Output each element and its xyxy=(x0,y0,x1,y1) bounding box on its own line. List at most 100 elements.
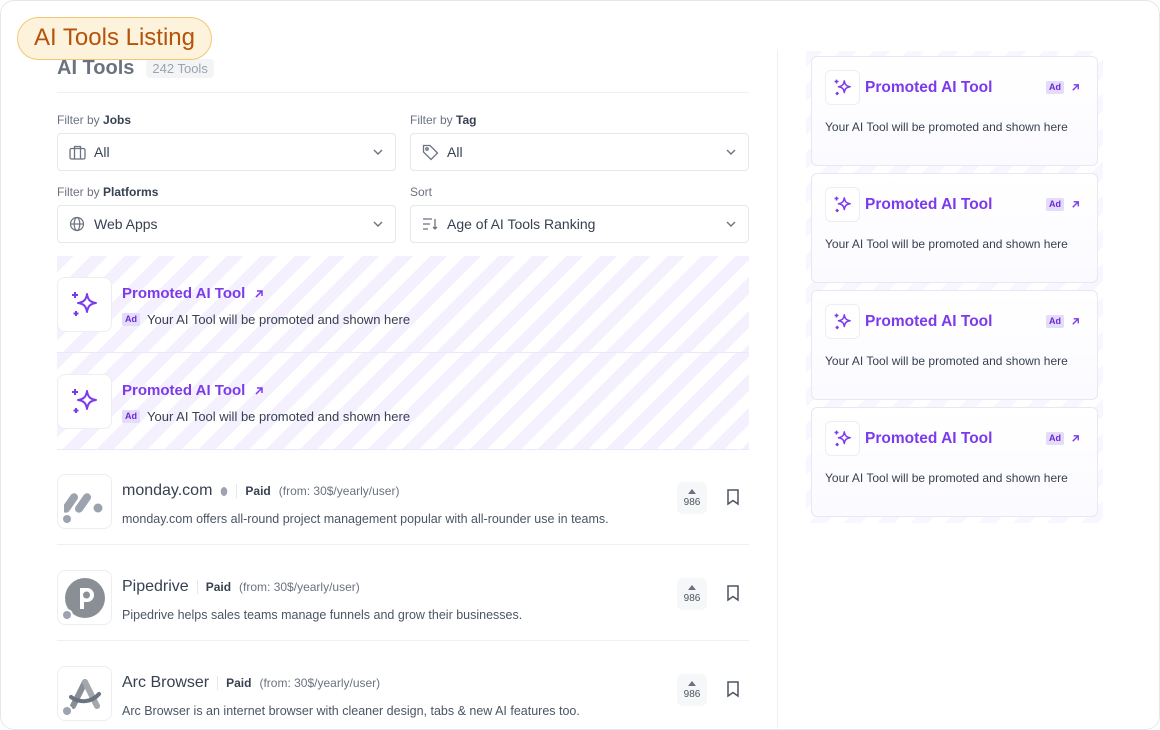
arc-browser-logo-icon xyxy=(68,678,101,709)
pricing-type: Paid xyxy=(245,484,271,498)
arrow-up-right-icon[interactable] xyxy=(1070,199,1081,210)
promo-title[interactable]: Promoted AI Tool xyxy=(865,313,992,331)
upvote-arrow-icon xyxy=(688,488,696,494)
status-dot xyxy=(61,705,73,717)
upvote-arrow-icon xyxy=(688,680,696,686)
promoted-tool-row[interactable]: Promoted AI Tool Ad Your AI Tool will be… xyxy=(57,353,749,450)
chevron-down-icon xyxy=(373,221,383,227)
sidebar-promo-card[interactable]: Promoted AI Tool Ad Your AI Tool will be… xyxy=(811,173,1098,283)
sort-select-value: Age of AI Tools Ranking xyxy=(447,216,596,232)
upvote-button[interactable]: 986 xyxy=(677,578,707,610)
vote-count: 986 xyxy=(683,688,701,700)
divider xyxy=(57,92,749,93)
sidebar-promo-card[interactable]: Promoted AI Tool Ad Your AI Tool will be… xyxy=(811,407,1098,517)
arrow-up-right-icon xyxy=(255,386,264,395)
ad-badge: Ad xyxy=(122,410,140,423)
filter-tag-label: Filter by Tag xyxy=(410,112,749,128)
sort-filter: Sort Age of AI Tools Ranking xyxy=(410,184,749,243)
tag-select[interactable]: All xyxy=(410,133,749,171)
filter-name: Jobs xyxy=(103,113,132,127)
arrow-up-right-icon[interactable] xyxy=(1070,316,1081,327)
filter-prefix: Filter by xyxy=(57,185,104,199)
promo-title-text: Promoted AI Tool xyxy=(122,382,246,399)
filter-platforms: Filter by Platforms Web Apps xyxy=(57,184,396,243)
sparkles-icon xyxy=(825,421,860,456)
sidebar-promo-card[interactable]: Promoted AI Tool Ad Your AI Tool will be… xyxy=(811,290,1098,400)
platforms-select[interactable]: Web Apps xyxy=(57,205,396,243)
ad-indicator: Ad xyxy=(1046,432,1081,445)
ad-badge: Ad xyxy=(1046,198,1064,211)
tool-description: Pipedrive helps sales teams manage funne… xyxy=(122,608,523,622)
filter-prefix: Filter by xyxy=(57,113,104,127)
upvote-arrow-icon xyxy=(688,584,696,590)
ad-indicator: Ad xyxy=(1046,315,1081,328)
ad-badge: Ad xyxy=(122,313,140,326)
ad-badge: Ad xyxy=(1046,315,1064,328)
tool-name[interactable]: Arc Browser xyxy=(122,674,209,692)
promo-title[interactable]: Promoted AI Tool xyxy=(865,196,992,214)
arrow-up-right-icon[interactable] xyxy=(1070,82,1081,93)
promo-title-text: Promoted AI Tool xyxy=(122,285,246,302)
filter-tag: Filter by Tag All xyxy=(410,112,749,171)
filter-platforms-label: Filter by Platforms xyxy=(57,184,396,200)
promoted-tool-row[interactable]: Promoted AI Tool Ad Your AI Tool will be… xyxy=(57,256,749,353)
filter-name: Platforms xyxy=(103,185,159,199)
promo-description: Ad Your AI Tool will be promoted and sho… xyxy=(122,409,410,424)
vote-count: 986 xyxy=(683,592,701,604)
tool-row-arc-browser[interactable]: Arc Browser Paid (from: 30$/yearly/user)… xyxy=(57,641,749,729)
promo-description: Your AI Tool will be promoted and shown … xyxy=(825,237,1068,251)
ad-badge: Ad xyxy=(1046,81,1064,94)
pricing-type: Paid xyxy=(205,580,232,594)
pricing-type: Paid xyxy=(226,676,252,690)
promo-desc-text: Your AI Tool will be promoted and shown … xyxy=(147,312,411,327)
tool-description: Arc Browser is an internet browser with … xyxy=(122,704,580,718)
monday-logo-icon xyxy=(63,492,102,513)
promo-title[interactable]: Promoted AI Tool xyxy=(865,79,992,97)
tool-count-badge: 242 Tools xyxy=(146,58,214,78)
tag-icon xyxy=(421,143,439,161)
promo-title[interactable]: Promoted AI Tool xyxy=(122,285,265,302)
filter-jobs: Filter by Jobs All xyxy=(57,112,396,171)
upvote-button[interactable]: 986 xyxy=(677,482,707,514)
sidebar-divider xyxy=(777,49,778,729)
page-frame: AI Tools Listing AI Tools 242 Tools Filt… xyxy=(0,0,1160,730)
promo-desc-text: Your AI Tool will be promoted and shown … xyxy=(147,409,411,424)
price-detail: (from: 30$/yearly/user) xyxy=(259,676,381,690)
upvote-button[interactable]: 986 xyxy=(677,674,707,706)
bookmark-icon[interactable] xyxy=(725,488,741,506)
jobs-select[interactable]: All xyxy=(57,133,396,171)
sidebar-promo-card[interactable]: Promoted AI Tool Ad Your AI Tool will be… xyxy=(811,56,1098,166)
monday-logo xyxy=(57,474,112,529)
arrow-up-right-icon[interactable] xyxy=(1070,433,1081,444)
filter-prefix: Filter by xyxy=(410,113,457,127)
bookmark-icon[interactable] xyxy=(725,584,741,602)
promo-title[interactable]: Promoted AI Tool xyxy=(122,382,265,399)
tool-header: Pipedrive Paid (from: 30$/yearly/user) xyxy=(122,578,360,596)
tool-row-monday[interactable]: monday.com Paid (from: 30$/yearly/user) … xyxy=(57,449,749,545)
status-dot xyxy=(61,609,73,621)
sort-icon xyxy=(421,215,439,233)
separator xyxy=(217,676,219,690)
tool-name[interactable]: monday.com xyxy=(122,482,212,500)
verified-icon xyxy=(221,486,228,496)
sparkles-icon xyxy=(825,70,860,105)
promo-title[interactable]: Promoted AI Tool xyxy=(865,430,992,448)
arrow-up-right-icon xyxy=(255,289,264,298)
chevron-down-icon xyxy=(726,149,736,155)
tool-name[interactable]: Pipedrive xyxy=(122,578,189,596)
arc-browser-logo xyxy=(57,666,112,721)
section-badge: AI Tools Listing xyxy=(17,17,212,60)
filter-name: Tag xyxy=(456,113,477,127)
tool-header: monday.com Paid (from: 30$/yearly/user) xyxy=(122,482,399,500)
vote-count: 986 xyxy=(683,496,701,508)
sort-label: Sort xyxy=(410,185,433,199)
sort-select[interactable]: Age of AI Tools Ranking xyxy=(410,205,749,243)
tool-row-pipedrive[interactable]: Pipedrive Paid (from: 30$/yearly/user) P… xyxy=(57,545,749,641)
price-detail: (from: 30$/yearly/user) xyxy=(278,484,400,498)
price-detail: (from: 30$/yearly/user) xyxy=(239,580,360,594)
globe-icon xyxy=(68,215,86,233)
tool-description: monday.com offers all-round project mana… xyxy=(122,512,609,526)
bookmark-icon[interactable] xyxy=(725,680,741,698)
sparkles-icon xyxy=(825,187,860,222)
chevron-down-icon xyxy=(726,221,736,227)
